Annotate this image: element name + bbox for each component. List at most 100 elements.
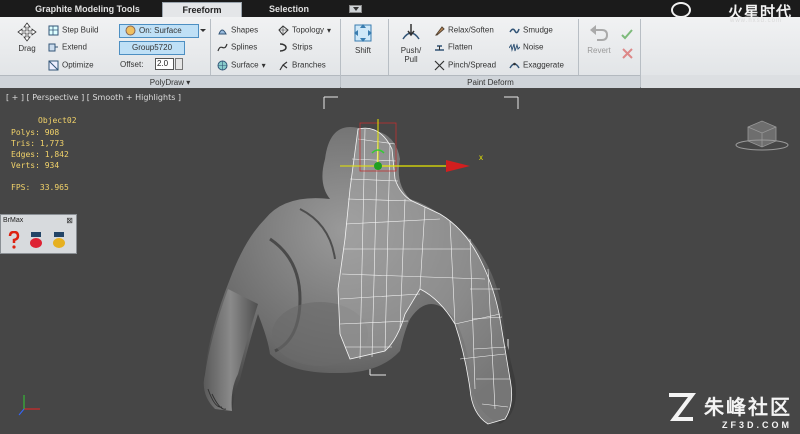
smudge-button[interactable]: Smudge <box>509 25 553 36</box>
flatten-button[interactable]: Flatten <box>434 42 472 53</box>
exaggerate-label: Exaggerate <box>523 60 564 70</box>
pinch-spread-button[interactable]: Pinch/Spread <box>434 60 496 71</box>
stat-row: Polys: 908 <box>11 128 60 137</box>
topology-button[interactable]: Topology ▾ <box>278 25 331 36</box>
exaggerate-button[interactable]: Exaggerate <box>509 60 564 71</box>
paint-deform-group-bar[interactable]: Paint Deform <box>341 75 640 88</box>
surface-object-field[interactable]: Group5720 <box>119 41 185 55</box>
strips-label: Strips <box>292 42 313 52</box>
shift-label: Shift <box>354 46 371 55</box>
shapes-label: Shapes <box>231 25 259 35</box>
extend-icon <box>48 43 58 52</box>
exaggerate-icon <box>509 62 520 69</box>
help-question-icon[interactable] <box>6 231 22 249</box>
zf3d-logo-icon <box>669 393 696 421</box>
surface-dropdown-icon[interactable]: ▾ <box>262 61 266 70</box>
fps-row: FPS: 33.965 <box>11 183 69 192</box>
push-pull-icon <box>402 24 420 40</box>
revert-arrow-icon <box>590 25 609 41</box>
brmax-toolbar[interactable]: BrMax ⊠ <box>0 214 77 254</box>
push-pull-button[interactable]: Push/ Pull <box>396 22 426 64</box>
viewport-scene <box>18 96 789 425</box>
object-name: Object02 <box>38 116 77 125</box>
step-build-label: Step Build <box>62 25 99 35</box>
pinch-spread-label: Pinch/Spread <box>448 60 497 70</box>
on-surface-button[interactable]: On: Surface <box>119 24 199 38</box>
surface-dropdown-icon[interactable] <box>200 26 206 34</box>
brmax-title: BrMax <box>3 217 24 224</box>
viewcube-icon <box>735 120 789 151</box>
smudge-icon <box>509 28 520 34</box>
shift-icon <box>354 24 372 42</box>
ribbon-tab-bar: Graphite Modeling Tools Freeform Selecti… <box>0 0 800 21</box>
drag-button[interactable]: Drag <box>14 22 40 53</box>
ribbon-collapse-button[interactable] <box>349 5 362 13</box>
optimize-button[interactable]: Optimize <box>48 60 94 71</box>
smudge-label: Smudge <box>523 25 553 35</box>
offset-spinner-arrows[interactable] <box>175 58 183 70</box>
commit-check-icon[interactable] <box>621 29 633 40</box>
surface-globe-icon <box>217 60 228 71</box>
shapes-button[interactable]: Shapes <box>217 25 258 36</box>
viewport-statistics: Object02 Polys: 908 Tris: 1,773 Edges: 1… <box>11 115 77 193</box>
stat-row: Tris: 1,773 <box>11 139 65 148</box>
polydraw-group-bar[interactable]: PolyDraw ▾ <box>0 75 340 88</box>
noise-label: Noise <box>523 42 544 52</box>
drag-label: Drag <box>18 44 36 53</box>
push-pull-label: Push/ Pull <box>400 46 422 64</box>
tab-freeform[interactable]: Freeform <box>162 2 242 17</box>
shift-button[interactable]: Shift <box>348 22 378 55</box>
surface-sphere-icon <box>125 25 136 36</box>
offset-label: Offset: <box>120 60 144 69</box>
branches-label: Branches <box>292 60 326 70</box>
close-icon[interactable]: ⊠ <box>66 216 73 225</box>
brand-url: www.hxsd.com <box>729 18 782 24</box>
topology-dropdown-icon[interactable]: ▾ <box>327 26 331 35</box>
tab-selection[interactable]: Selection <box>258 2 320 17</box>
ribbon-empty-area <box>641 75 800 88</box>
strips-button[interactable]: Strips <box>278 42 312 53</box>
strips-icon <box>279 43 287 52</box>
splines-icon <box>217 43 228 52</box>
gizmo-x-axis-label: x <box>479 153 483 162</box>
step-build-icon <box>48 25 59 36</box>
cancel-x-icon[interactable] <box>622 48 633 59</box>
tab-graphite-modeling-tools[interactable]: Graphite Modeling Tools <box>30 2 145 17</box>
noise-button[interactable]: Noise <box>509 42 543 53</box>
revert-label: Revert <box>587 46 611 55</box>
viewport-label-menu[interactable]: [ + ] [ Perspective ] [ Smooth + Highlig… <box>6 93 181 102</box>
relax-soften-button[interactable]: Relax/Soften <box>434 25 494 36</box>
topology-label: Topology <box>292 25 325 35</box>
surface-label: Surface <box>231 60 259 70</box>
extend-label: Extend <box>62 42 87 52</box>
render-teapot-icon[interactable] <box>28 231 44 249</box>
flatten-label: Flatten <box>448 42 473 52</box>
optimize-icon <box>48 60 59 71</box>
watermark-title: 朱峰社区 <box>704 395 792 419</box>
splines-label: Splines <box>231 42 258 52</box>
topology-icon <box>278 25 289 36</box>
relax-soften-label: Relax/Soften <box>448 25 494 35</box>
on-surface-label: On: Surface <box>139 26 182 35</box>
stat-row: Edges: 1,842 <box>11 150 69 159</box>
optimize-label: Optimize <box>62 60 94 70</box>
shapes-icon <box>218 29 227 35</box>
paint-deform-group-label: Paint Deform <box>467 78 514 87</box>
render-settings-icon[interactable] <box>51 231 67 249</box>
chevron-down-icon: ▾ <box>186 78 191 87</box>
stat-row: Verts: 934 <box>11 161 60 170</box>
revert-button[interactable]: Revert <box>583 22 615 55</box>
flatten-icon <box>435 45 444 51</box>
surface-button[interactable]: Surface ▾ <box>217 60 266 71</box>
extend-button[interactable]: Extend <box>48 42 87 53</box>
splines-button[interactable]: Splines <box>217 42 257 53</box>
branches-icon <box>279 61 288 71</box>
brush-icon <box>435 26 445 36</box>
offset-spinner-input[interactable]: 2.0 <box>155 58 174 70</box>
perspective-viewport[interactable]: [ + ] [ Perspective ] [ Smooth + Highlig… <box>0 89 800 434</box>
step-build-button[interactable]: Step Build <box>48 25 98 36</box>
noise-icon <box>509 43 520 52</box>
freeform-ribbon: www.hxsd.com Drag Step Build Extend Opti… <box>0 17 800 88</box>
pinch-spread-icon <box>434 60 445 71</box>
branches-button[interactable]: Branches <box>278 60 326 71</box>
